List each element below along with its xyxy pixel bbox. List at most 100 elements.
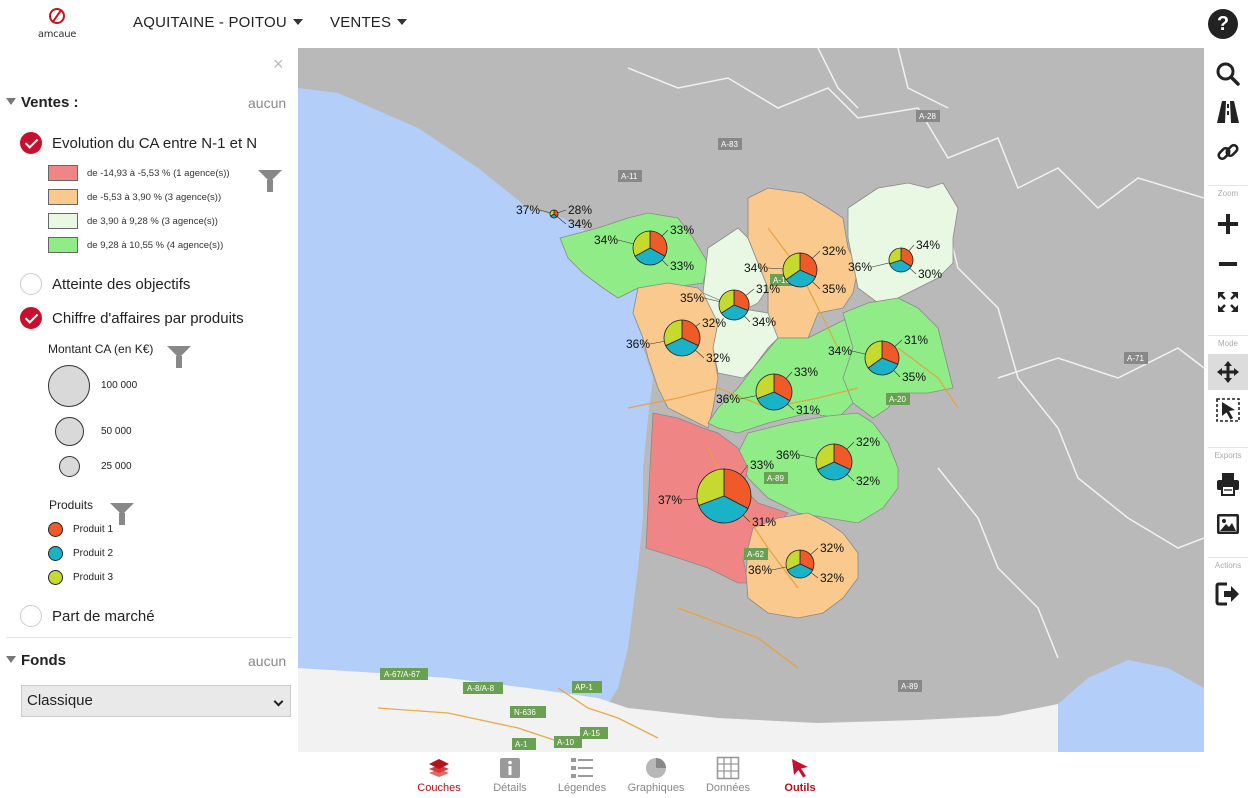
- pie-percent-label: 34%: [752, 315, 776, 329]
- zoom-in-icon[interactable]: [1208, 206, 1248, 242]
- group-actions-label: Actions: [1208, 557, 1248, 570]
- pie-percent-label: 33%: [670, 259, 694, 273]
- tab-label: Graphiques: [627, 782, 685, 794]
- product-legend-2: Produit 2: [48, 546, 113, 561]
- tab-label: Couches: [417, 782, 461, 794]
- layers-panel: × Ventes : aucun Evolution du CA entre N…: [0, 48, 298, 752]
- divider: [6, 637, 292, 638]
- tab-outils[interactable]: Outils: [765, 756, 835, 794]
- filter-funnel-icon[interactable]: [110, 503, 134, 525]
- pie-percent-label: 37%: [658, 493, 682, 507]
- pie-percent-label: 31%: [756, 282, 780, 296]
- logout-icon[interactable]: [1208, 576, 1248, 612]
- fonds-clear-link[interactable]: aucun: [248, 653, 286, 669]
- pie-percent-label: 32%: [820, 571, 844, 585]
- road-label: AP-1: [575, 683, 593, 692]
- size-bubble-large: [48, 365, 90, 407]
- size-bubble-small: [59, 456, 80, 477]
- pie-percent-label: 35%: [680, 291, 704, 305]
- size-label: 100 000: [101, 380, 138, 391]
- menu-territory-label: AQUITAINE - POITOU: [133, 14, 287, 31]
- filter-funnel-icon[interactable]: [258, 170, 282, 192]
- pie-percent-label: 34%: [568, 217, 592, 231]
- legend-swatch: [48, 213, 78, 229]
- caret-down-icon: [397, 19, 408, 25]
- table-grid-icon: [693, 756, 763, 780]
- layer-objectifs[interactable]: Atteinte des objectifs: [20, 273, 190, 295]
- select-area-icon[interactable]: [1208, 392, 1248, 428]
- size-bubble-medium: [55, 417, 84, 446]
- tab-label: Légendes: [557, 782, 607, 794]
- pie-percent-label: 34%: [744, 261, 768, 275]
- check-icon[interactable]: [20, 307, 42, 329]
- top-bar: amcaue AQUITAINE - POITOU VENTES ?: [0, 0, 1249, 48]
- image-export-icon[interactable]: [1208, 506, 1248, 542]
- layer-ca-produits[interactable]: Chiffre d'affaires par produits: [20, 307, 244, 329]
- tab-donnees[interactable]: Données: [693, 756, 763, 794]
- road-label: A-10: [557, 738, 574, 747]
- fonds-section-header[interactable]: Fonds: [6, 652, 66, 669]
- close-icon[interactable]: ×: [273, 54, 284, 75]
- layer-evolution-ca[interactable]: Evolution du CA entre N-1 et N: [20, 132, 257, 154]
- tab-graphiques[interactable]: Graphiques: [621, 756, 691, 794]
- tab-legendes[interactable]: Légendes: [547, 756, 617, 794]
- tab-label: Données: [705, 782, 751, 794]
- pie-percent-label: 35%: [902, 370, 926, 384]
- product-legend-1: Produit 1: [48, 522, 113, 537]
- map-canvas[interactable]: A-67/A-67 A-8/A-8 AP-1 N-636 A-15 A-1 A-…: [298, 48, 1204, 752]
- product-label: Produit 3: [73, 572, 114, 583]
- help-icon[interactable]: ?: [1208, 9, 1238, 39]
- radio-icon[interactable]: [20, 605, 42, 627]
- group-mode-label: Mode: [1208, 335, 1248, 348]
- tab-couches[interactable]: Couches: [404, 756, 474, 794]
- pie-percent-label: 31%: [752, 515, 776, 529]
- pie-percent-label: 34%: [916, 238, 940, 252]
- check-icon[interactable]: [20, 132, 42, 154]
- logo-text: amcaue: [37, 29, 77, 40]
- legend-swatch: [48, 165, 78, 181]
- menu-territory[interactable]: AQUITAINE - POITOU: [133, 14, 303, 31]
- pie-percent-label: 36%: [776, 448, 800, 462]
- pie-percent-label: 32%: [706, 351, 730, 365]
- info-icon: [475, 756, 545, 780]
- menu-study[interactable]: VENTES: [330, 14, 408, 31]
- size-label: 50 000: [101, 426, 132, 437]
- pie-percent-label: 36%: [716, 392, 740, 406]
- road-label: A-20: [889, 395, 906, 404]
- road-label: A-89: [767, 474, 784, 483]
- product-dot: [48, 522, 63, 537]
- ventes-clear-link[interactable]: aucun: [248, 95, 286, 111]
- legend-list-icon: [547, 756, 617, 780]
- road-label: A-83: [721, 140, 738, 149]
- layer-label: Chiffre d'affaires par produits: [52, 309, 244, 327]
- layer-part-marche[interactable]: Part de marché: [20, 605, 155, 627]
- pie-percent-label: 32%: [856, 435, 880, 449]
- map-view[interactable]: A-67/A-67 A-8/A-8 AP-1 N-636 A-15 A-1 A-…: [298, 48, 1204, 752]
- zoom-out-icon[interactable]: [1208, 246, 1248, 282]
- road-label: A-8/A-8: [467, 684, 495, 693]
- print-icon[interactable]: [1208, 466, 1248, 502]
- ventes-section-header[interactable]: Ventes :: [6, 94, 79, 111]
- layer-label: Part de marché: [52, 607, 155, 625]
- legend-class-4: de 9,28 à 10,55 % (4 agence(s)): [48, 237, 223, 253]
- legend-label: de 9,28 à 10,55 % (4 agence(s)): [87, 239, 224, 251]
- tab-details[interactable]: Détails: [475, 756, 545, 794]
- product-legend-3: Produit 3: [48, 570, 113, 585]
- fit-extent-icon[interactable]: [1208, 284, 1248, 320]
- caret-down-icon: [292, 19, 303, 25]
- link-icon[interactable]: [1208, 134, 1248, 170]
- basemap-select[interactable]: Classique: [21, 685, 291, 717]
- group-zoom-label: Zoom: [1208, 185, 1248, 198]
- pie-percent-label: 32%: [856, 474, 880, 488]
- app-logo[interactable]: amcaue: [22, 8, 92, 42]
- filter-funnel-icon[interactable]: [167, 346, 191, 368]
- route-icon[interactable]: [1208, 94, 1248, 130]
- layer-label: Atteinte des objectifs: [52, 275, 191, 293]
- pie-chart-icon: [621, 756, 691, 780]
- compass-icon: [49, 8, 65, 24]
- collapse-triangle-icon: [6, 98, 16, 105]
- pie-percent-label: 30%: [918, 267, 942, 281]
- pan-move-icon[interactable]: [1208, 354, 1248, 390]
- search-icon[interactable]: [1208, 56, 1248, 92]
- radio-icon[interactable]: [20, 273, 42, 295]
